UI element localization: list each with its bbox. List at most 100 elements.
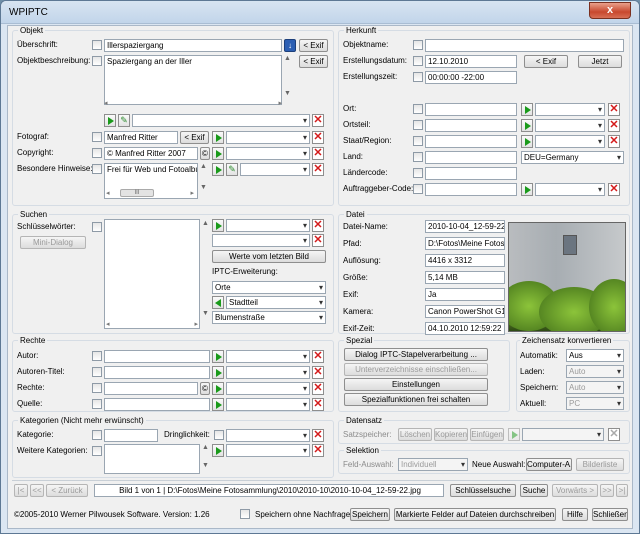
markierte-felder-button[interactable]: Markierte Felder auf Dateien durchschrei…: [394, 508, 556, 521]
aktuell-dropdown[interactable]: PC: [566, 397, 624, 410]
ueberschrift-checkbox[interactable]: [92, 40, 102, 50]
auftraggeber-checkbox[interactable]: [413, 184, 423, 194]
suche-button[interactable]: Suche: [520, 484, 548, 497]
objektbeschreibung-scroll-up[interactable]: ▲: [283, 55, 292, 62]
staat-dropdown[interactable]: [535, 135, 605, 148]
datensatz-dropdown[interactable]: [522, 428, 604, 441]
unterverzeichnisse-button[interactable]: Unterverzeichnisse einschließen...: [344, 363, 488, 376]
ueberschrift-exif-button[interactable]: < Exif: [299, 39, 328, 52]
fotograf-dropdown[interactable]: [226, 131, 310, 144]
land-dropdown[interactable]: DEU=Germany: [521, 151, 624, 164]
close-button[interactable]: x: [589, 2, 631, 19]
ort-input[interactable]: [425, 103, 517, 116]
feld-auswahl-dropdown[interactable]: Individuell: [398, 458, 468, 471]
schluesselwoerter-scroll-up[interactable]: ▲: [201, 220, 210, 227]
rechte-checkbox[interactable]: [92, 383, 102, 393]
weitere-kategorien-play-button[interactable]: [212, 444, 224, 457]
laendercode-input[interactable]: [425, 167, 517, 180]
erstellungszeit-input[interactable]: 00:00:00 -22:00: [425, 71, 517, 84]
objekt-pencil-button[interactable]: ✎: [118, 114, 130, 127]
kategorie-input[interactable]: [104, 429, 158, 442]
werte-vom-letzten-bild-button[interactable]: Werte vom letzten Bild: [212, 250, 326, 263]
hinweise-pencil-button[interactable]: ✎: [226, 163, 238, 176]
autoren-titel-play-button[interactable]: [212, 366, 224, 379]
weitere-kategorien-dropdown[interactable]: [226, 444, 310, 457]
objektbeschreibung-scroll-down[interactable]: ▼: [283, 90, 292, 97]
autor-checkbox[interactable]: [92, 351, 102, 361]
stadtteil-back-button[interactable]: [212, 296, 224, 309]
rechte-delete-button[interactable]: ✕: [312, 382, 324, 395]
autor-play-button[interactable]: [212, 350, 224, 363]
jetzt-button[interactable]: Jetzt: [578, 55, 622, 68]
auftraggeber-dropdown[interactable]: [535, 183, 605, 196]
suchen-delete-button-1[interactable]: ✕: [312, 219, 324, 232]
quelle-dropdown[interactable]: [226, 398, 310, 411]
copyright-input[interactable]: © Manfred Ritter 2007: [104, 147, 198, 160]
erstellungszeit-checkbox[interactable]: [413, 72, 423, 82]
next-next-button[interactable]: >>: [600, 484, 614, 497]
hinweise-checkbox[interactable]: [92, 164, 102, 174]
rechte-input[interactable]: [104, 382, 198, 395]
copyright-delete-button[interactable]: ✕: [312, 147, 324, 160]
schliessen-button[interactable]: Schließen: [592, 508, 628, 521]
hinweise-play-button[interactable]: [212, 163, 224, 176]
kopieren-button[interactable]: Kopieren: [434, 428, 468, 441]
auftraggeber-input[interactable]: [425, 183, 517, 196]
fotograf-delete-button[interactable]: ✕: [312, 131, 324, 144]
hinweise-delete-button[interactable]: ✕: [312, 163, 324, 176]
laendercode-checkbox[interactable]: [413, 168, 423, 178]
datensatz-play-button[interactable]: [508, 428, 520, 441]
suchen-dropdown-1[interactable]: [226, 219, 310, 232]
ort-delete-button[interactable]: ✕: [608, 103, 620, 116]
objekt-play-button[interactable]: [104, 114, 116, 127]
weitere-kategorien-textarea[interactable]: [104, 444, 200, 474]
quelle-play-button[interactable]: [212, 398, 224, 411]
objektbeschreibung-checkbox[interactable]: [92, 56, 102, 66]
hinweise-scroll-down[interactable]: ▼: [199, 184, 208, 191]
weitere-kategorien-checkbox[interactable]: [92, 446, 102, 456]
speichern-button[interactable]: Speichern: [350, 508, 390, 521]
quelle-delete-button[interactable]: ✕: [312, 398, 324, 411]
speichern-cs-dropdown[interactable]: Auto: [566, 381, 624, 394]
auftraggeber-play-button[interactable]: [521, 183, 533, 196]
erstellungsdatum-exif-button[interactable]: < Exif: [524, 55, 568, 68]
ueberschrift-exif-arrow-button[interactable]: ↓: [284, 39, 296, 52]
laden-dropdown[interactable]: Auto: [566, 365, 624, 378]
datensatz-delete-button[interactable]: ✕: [608, 428, 620, 441]
computer-auswahl-button[interactable]: Computer-A.: [526, 458, 572, 471]
erstellungsdatum-checkbox[interactable]: [413, 56, 423, 66]
ortsteil-play-button[interactable]: [521, 119, 533, 132]
suchen-play-button[interactable]: [212, 219, 224, 232]
hinweise-dropdown[interactable]: [240, 163, 310, 176]
rechte-dropdown[interactable]: [226, 382, 310, 395]
loeschen-button[interactable]: Löschen: [398, 428, 432, 441]
staat-checkbox[interactable]: [413, 136, 423, 146]
objektname-checkbox[interactable]: [413, 40, 423, 50]
schluesselwoerter-scroll-down[interactable]: ▼: [201, 310, 210, 317]
autor-dropdown[interactable]: [226, 350, 310, 363]
first-button[interactable]: |<: [14, 484, 28, 497]
staat-delete-button[interactable]: ✕: [608, 135, 620, 148]
objektbeschreibung-exif-button[interactable]: < Exif: [299, 55, 328, 68]
objektbeschreibung-hscroll[interactable]: ◂ ▸: [104, 99, 282, 108]
copyright-symbol-button[interactable]: ©: [200, 147, 210, 160]
spezialfunktionen-button[interactable]: Spezialfunktionen frei schalten: [344, 393, 488, 406]
ortsteil-checkbox[interactable]: [413, 120, 423, 130]
land-checkbox[interactable]: [413, 152, 423, 162]
ortsteil-input[interactable]: [425, 119, 517, 132]
suchen-delete-button-2[interactable]: ✕: [312, 234, 324, 247]
vorwaerts-button[interactable]: Vorwärts >: [552, 484, 598, 497]
quelle-input[interactable]: [104, 398, 210, 411]
blumenstrasse-dropdown[interactable]: Blumenstraße: [212, 311, 326, 324]
dringlichkeit-checkbox[interactable]: [214, 430, 224, 440]
suchen-dropdown-2[interactable]: [212, 234, 310, 247]
fotograf-input[interactable]: Manfred Ritter: [104, 131, 178, 144]
copyright-play-button[interactable]: [212, 147, 224, 160]
ort-play-button[interactable]: [521, 103, 533, 116]
prev-prev-button[interactable]: <<: [30, 484, 44, 497]
dringlichkeit-dropdown[interactable]: [226, 429, 310, 442]
rechte-play-button[interactable]: [212, 382, 224, 395]
weitere-kategorien-scroll-up[interactable]: ▲: [201, 444, 210, 451]
speichern-ohne-nachfrage-checkbox[interactable]: [240, 509, 250, 519]
schluesselwoerter-list[interactable]: [104, 219, 200, 329]
